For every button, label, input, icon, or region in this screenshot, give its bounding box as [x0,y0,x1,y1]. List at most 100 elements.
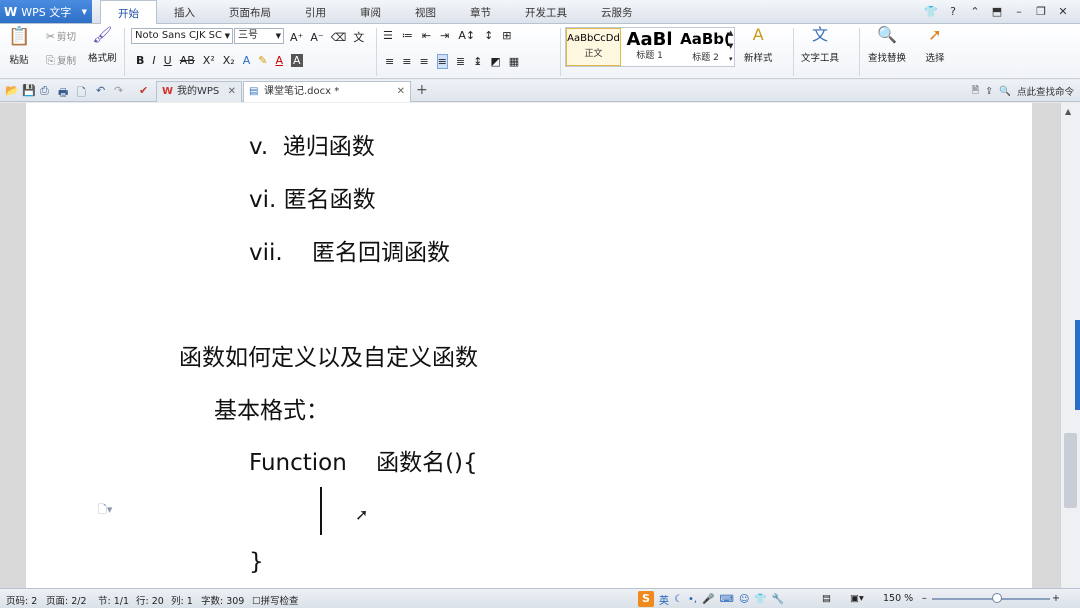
side-panel-handle[interactable] [1075,320,1080,410]
redo-icon[interactable]: ↷ [114,84,123,97]
zoom-value[interactable]: 150 % [883,593,913,604]
highlight-icon[interactable]: ✎ [258,54,267,67]
keyboard-icon[interactable]: ⌨ [720,594,734,605]
font-name-select[interactable]: Noto Sans CJK SC ▼ [131,28,233,44]
distributed-icon[interactable]: ≣ [456,55,465,68]
open-icon[interactable]: 📂 [5,84,19,97]
paste-button[interactable]: 📋 粘贴 [8,28,30,67]
tab-references[interactable]: 引用 [288,0,343,24]
doc-roaming-icon[interactable]: 🗎 [972,83,980,99]
subscript-icon[interactable]: X₂ [223,54,235,67]
new-style-button[interactable]: A 新样式 [744,27,773,65]
increase-indent-icon[interactable]: ⇥ [440,29,449,42]
page-view-icon[interactable]: ▣▾ [850,593,864,604]
tab-view[interactable]: 视图 [398,0,453,24]
text-tools-button[interactable]: 文 文字工具 [801,27,839,65]
punctuation-icon[interactable]: •, [688,594,697,605]
tab-my-wps[interactable]: W 我的WPS ✕ [156,81,242,102]
tab-review[interactable]: 审阅 [343,0,398,24]
format-painter-button[interactable]: 🖌 格式刷 [88,27,117,65]
italic-icon[interactable]: I [152,54,155,67]
decrease-indent-icon[interactable]: ⇤ [422,29,431,42]
print-icon[interactable]: 🖶 [58,84,68,103]
new-tab-icon[interactable]: + [416,82,428,98]
status-word-count[interactable]: 字数: 309 [201,593,244,607]
line-spacing-icon[interactable]: ↨ [473,55,482,68]
tab-home[interactable]: 开始 [100,0,157,25]
clear-format-icon[interactable]: ⌫ [331,31,347,44]
paste-options-icon[interactable]: 🗋▾ [98,501,112,520]
share-icon[interactable]: ⇪ [985,86,993,97]
paragraph-row-1: ☰ ≔ ⇤ ⇥ A↕ ↕ ⊞ [383,29,512,42]
tab-document[interactable]: ▤ 课堂笔记.docx * ✕ [243,81,411,102]
align-right-icon[interactable]: ≡ [419,55,428,68]
print-preview-icon[interactable]: 🗋 [77,84,86,103]
export-pdf-icon[interactable]: ⎙ [40,84,49,98]
view-mode-icon[interactable]: ▤ [822,593,831,604]
align-left-icon[interactable]: ≡ [385,55,394,68]
skin-icon[interactable]: 👕 [920,2,942,22]
select-button[interactable]: ➚ 选择 [925,27,945,65]
tab-page-layout[interactable]: 页面布局 [212,0,288,24]
close-tab-icon[interactable]: ✕ [228,82,236,102]
minimize-icon[interactable]: – [1008,2,1030,22]
bold-icon[interactable]: B [136,54,144,67]
numbered-list-icon[interactable]: ≔ [402,29,413,42]
scroll-up-icon[interactable]: ▲ [1065,107,1071,116]
phonetic-icon[interactable]: 文 [353,29,364,45]
font-size-select[interactable]: 三号 ▼ [234,28,284,44]
tab-chapter[interactable]: 章节 [453,0,508,24]
zoom-slider-knob[interactable] [992,593,1002,603]
text-effect-icon[interactable]: A [243,54,251,67]
text-direction-icon[interactable]: A↕ [458,29,475,42]
font-color-icon[interactable]: A [275,54,283,67]
document-page[interactable]: v. 递归函数 vi. 匿名函数 vii. 匿名回调函数 函数如何定义以及自定义… [26,103,1032,588]
scroll-thumb[interactable] [1064,433,1077,508]
zoom-in-icon[interactable]: + [1052,593,1060,604]
minimize-ribbon-icon[interactable]: ⌃ [964,2,986,22]
underline-icon[interactable]: U [164,54,172,67]
cut-button[interactable]: ✂ 剪切 [44,29,76,44]
app-menu-button[interactable]: W WPS 文字 ▼ [0,0,92,23]
border-icon[interactable]: ▦ [509,55,519,68]
superscript-icon[interactable]: X² [203,54,215,67]
sort-icon[interactable]: ↕ [484,29,493,42]
shrink-font-icon[interactable]: A⁻ [310,31,323,44]
style-scroll[interactable]: ▲ ▼ ▾ [728,27,733,66]
search-command-label[interactable]: 点此查找命令 [1017,84,1074,98]
justify-icon[interactable]: ≡ [436,54,448,69]
shading-icon[interactable]: ◩ [490,55,500,68]
search-icon[interactable]: 🔍 [999,86,1011,97]
microphone-icon[interactable]: 🎤 [702,594,714,605]
align-center-icon[interactable]: ≡ [402,55,411,68]
user-icon[interactable]: ☺ [739,594,749,605]
style-heading-2[interactable]: AaBb( 标题 2 [678,28,733,66]
close-tab-icon[interactable]: ✕ [397,82,405,102]
bullet-list-icon[interactable]: ☰ [383,29,393,42]
close-icon[interactable]: ✕ [1052,2,1074,22]
table-icon[interactable]: ⊞ [502,29,511,42]
grow-font-icon[interactable]: A⁺ [290,31,303,44]
style-heading-1[interactable]: AaBl 标题 1 [622,28,677,66]
tab-cloud[interactable]: 云服务 [584,0,650,24]
maximize-icon[interactable]: ❐ [1030,2,1052,22]
find-replace-button[interactable]: 🔍 查找替换 [868,27,906,65]
style-normal[interactable]: AaBbCcDd 正文 [566,28,621,66]
char-shading-icon[interactable]: A [290,54,303,67]
zoom-out-icon[interactable]: – [922,593,927,604]
tab-insert[interactable]: 插入 [157,0,212,24]
moon-icon[interactable]: ☾ [674,594,683,605]
undo-icon[interactable]: ↶ [96,84,105,97]
copy-button[interactable]: ⎘ 复制 [44,53,76,68]
save-icon[interactable]: 💾 [22,84,36,97]
status-spell-check[interactable]: ☐拼写检查 [252,593,299,607]
sogou-ime-icon[interactable]: S [638,591,654,607]
ime-mode[interactable]: 英 [659,592,669,607]
help-icon[interactable]: ? [942,2,964,22]
strikethrough-icon[interactable]: AB [180,54,195,67]
zoom-slider[interactable] [932,598,1050,600]
skin-icon[interactable]: 👕 [754,594,766,605]
wrench-icon[interactable]: 🔧 [772,594,784,605]
restore-icon[interactable]: ⬒ [986,2,1008,22]
tab-developer[interactable]: 开发工具 [508,0,584,24]
